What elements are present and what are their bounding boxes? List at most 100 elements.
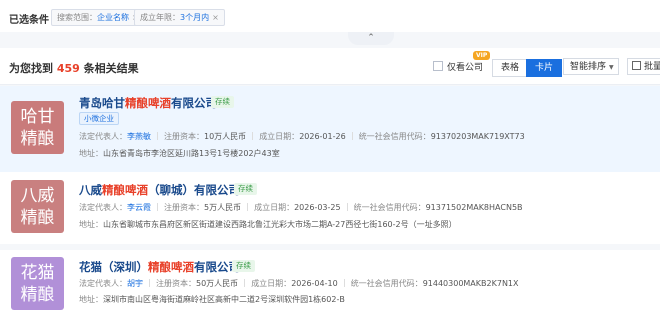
company-tag: 小微企业 (79, 112, 119, 125)
chip-value: 企业名称 (97, 13, 129, 22)
company-address: 地址：深圳市南山区粤海街道麻岭社区高新中二道2号深圳软件园1栋602-B (79, 294, 345, 305)
meta-label: 注册资本： (164, 132, 204, 141)
company-logo: 哈甘 精酿 (11, 101, 64, 154)
company-meta: 法定代表人：李燕敏 注册资本：10万人民币 成立日期：2026-01-26 统一社会信… (79, 131, 525, 142)
checkbox-icon (632, 61, 641, 70)
company-logo: 花猫 精酿 (11, 257, 64, 310)
capital-value: 5万人民币 (204, 203, 242, 212)
founded-value: 2026-01-26 (299, 132, 346, 141)
credit-code-value: 91440300MAKB2K7N1X (422, 279, 519, 288)
logo-text: 哈甘 (20, 106, 55, 127)
divider (157, 132, 158, 140)
logo-text: 花猫 (20, 262, 55, 283)
chip-value: 3个月内 (180, 13, 210, 22)
capital-value: 50万人民币 (196, 279, 239, 288)
company-card[interactable]: 八威 精酿 八威精酿啤酒（聊城）有限公司 存续 法定代表人：李云霞 注册资本：5万人… (0, 172, 660, 244)
meta-label: 地址： (79, 220, 103, 229)
logo-text: 精酿 (20, 207, 55, 228)
chip-label: 成立年限： (140, 13, 180, 22)
company-card[interactable]: 花猫 精酿 花猫（深圳）精酿啤酒有限公司 存续 法定代表人：胡宇 注册资本：50万人… (0, 250, 660, 319)
status-badge: 存续 (234, 183, 257, 195)
company-address: 地址：山东省青岛市李沧区延川路13号1号楼202户43室 (79, 148, 280, 159)
address-value: 山东省聊城市东昌府区新区街道建设西路北鲁江光彩大市场二期A-27西径七街160-… (103, 220, 457, 229)
divider (149, 279, 150, 287)
name-highlight: 精酿啤酒 (125, 96, 171, 110)
divider (346, 203, 348, 211)
chevron-up-icon: ⌃ (367, 33, 375, 43)
credit-code-value: 91370203MAK719XT73 (430, 132, 525, 141)
logo-text: 精酿 (20, 284, 55, 305)
meta-label: 统一社会信用代码： (353, 203, 426, 212)
divider (244, 279, 246, 287)
view-table-button[interactable]: 表格 (492, 59, 528, 77)
filter-title: 已选条件 (9, 15, 49, 26)
collapse-row: ⌃ (0, 32, 660, 46)
legal-rep-link[interactable]: 胡宇 (127, 279, 143, 288)
logo-text: 精酿 (20, 128, 55, 149)
company-logo: 八威 精酿 (11, 180, 64, 233)
filter-chip-search-scope[interactable]: 搜索范围：企业名称× (51, 9, 145, 26)
checkbox-icon[interactable] (433, 61, 443, 71)
results-summary: 为您找到 459 条相关结果 (9, 60, 139, 76)
meta-label: 地址： (79, 295, 103, 304)
sort-label: 智能排序 (570, 62, 607, 72)
name-part: 青岛哈甘 (79, 96, 125, 110)
company-address: 地址：山东省聊城市东昌府区新区街道建设西路北鲁江光彩大市场二期A-27西径七街1… (79, 219, 457, 230)
divider (157, 203, 158, 211)
company-name[interactable]: 青岛哈甘精酿啤酒有限公司 (79, 95, 217, 111)
only-company-label: 仅看公司 (447, 63, 484, 73)
credit-code-value: 91371502MAK8HACN5B (425, 203, 523, 212)
meta-label: 统一社会信用代码： (350, 279, 423, 288)
results-suffix: 条相关结果 (83, 62, 139, 75)
meta-label: 地址： (79, 149, 103, 158)
view-card-button[interactable]: 卡片 (526, 59, 562, 77)
meta-label: 统一社会信用代码： (358, 132, 431, 141)
founded-value: 2026-04-10 (291, 279, 338, 288)
company-name[interactable]: 八威精酿啤酒（聊城）有限公司 (79, 182, 240, 198)
collapse-filters-button[interactable]: ⌃ (348, 32, 394, 45)
filter-chip-founded-period[interactable]: 成立年限：3个月内 × (134, 9, 225, 26)
name-highlight: 精酿啤酒 (148, 260, 194, 274)
name-part: 八威 (79, 183, 102, 197)
address-value: 深圳市南山区粤海街道麻岭社区高新中二道2号深圳软件园1栋602-B (103, 295, 345, 304)
sort-dropdown[interactable]: 智能排序 ▼ (563, 58, 619, 75)
chip-label: 搜索范围： (57, 13, 97, 22)
results-toolbar: 为您找到 459 条相关结果 仅看公司 VIP 表格 卡片 智能排序 ▼ 批量 (0, 48, 660, 85)
only-company-checkbox[interactable]: 仅看公司 (433, 60, 483, 73)
founded-value: 2026-03-25 (294, 203, 341, 212)
vip-badge: VIP (473, 51, 491, 60)
batch-label: 批量 (644, 62, 660, 72)
logo-text: 八威 (20, 185, 55, 206)
close-icon[interactable]: × (212, 13, 219, 22)
meta-label: 注册资本： (156, 279, 196, 288)
name-highlight: 精酿啤酒 (102, 183, 148, 197)
company-meta: 法定代表人：李云霞 注册资本：5万人民币 成立日期：2026-03-25 统一社会信用… (79, 202, 523, 213)
divider (252, 132, 254, 140)
meta-label: 成立日期： (254, 203, 295, 212)
address-value: 山东省青岛市李沧区延川路13号1号楼202户43室 (103, 149, 280, 158)
meta-label: 法定代表人： (79, 279, 127, 288)
legal-rep-link[interactable]: 李燕敏 (127, 132, 151, 141)
name-part: 花猫（深圳） (79, 260, 148, 274)
chevron-down-icon: ▼ (609, 64, 614, 71)
meta-label: 注册资本： (164, 203, 204, 212)
company-name[interactable]: 花猫（深圳）精酿啤酒有限公司 (79, 259, 240, 275)
batch-button[interactable]: 批量 (627, 58, 660, 75)
divider (247, 203, 249, 211)
name-part: （聊城）有限公司 (148, 183, 240, 197)
divider (343, 279, 345, 287)
meta-label: 成立日期： (251, 279, 292, 288)
status-badge: 存续 (232, 260, 255, 272)
company-meta: 法定代表人：胡宇 注册资本：50万人民币 成立日期：2026-04-10 统一社会信用… (79, 278, 519, 289)
status-badge: 存续 (211, 96, 234, 108)
meta-label: 成立日期： (259, 132, 300, 141)
divider (351, 132, 353, 140)
company-card[interactable]: 哈甘 精酿 青岛哈甘精酿啤酒有限公司 存续 小微企业 法定代表人：李燕敏 注册资本：… (0, 86, 660, 172)
results-count: 459 (56, 62, 80, 75)
meta-label: 法定代表人： (79, 132, 127, 141)
results-prefix: 为您找到 (9, 62, 53, 75)
filter-bar: 已选条件 搜索范围：企业名称× 成立年限：3个月内× (0, 0, 660, 32)
capital-value: 10万人民币 (204, 132, 247, 141)
meta-label: 法定代表人： (79, 203, 127, 212)
legal-rep-link[interactable]: 李云霞 (127, 203, 151, 212)
